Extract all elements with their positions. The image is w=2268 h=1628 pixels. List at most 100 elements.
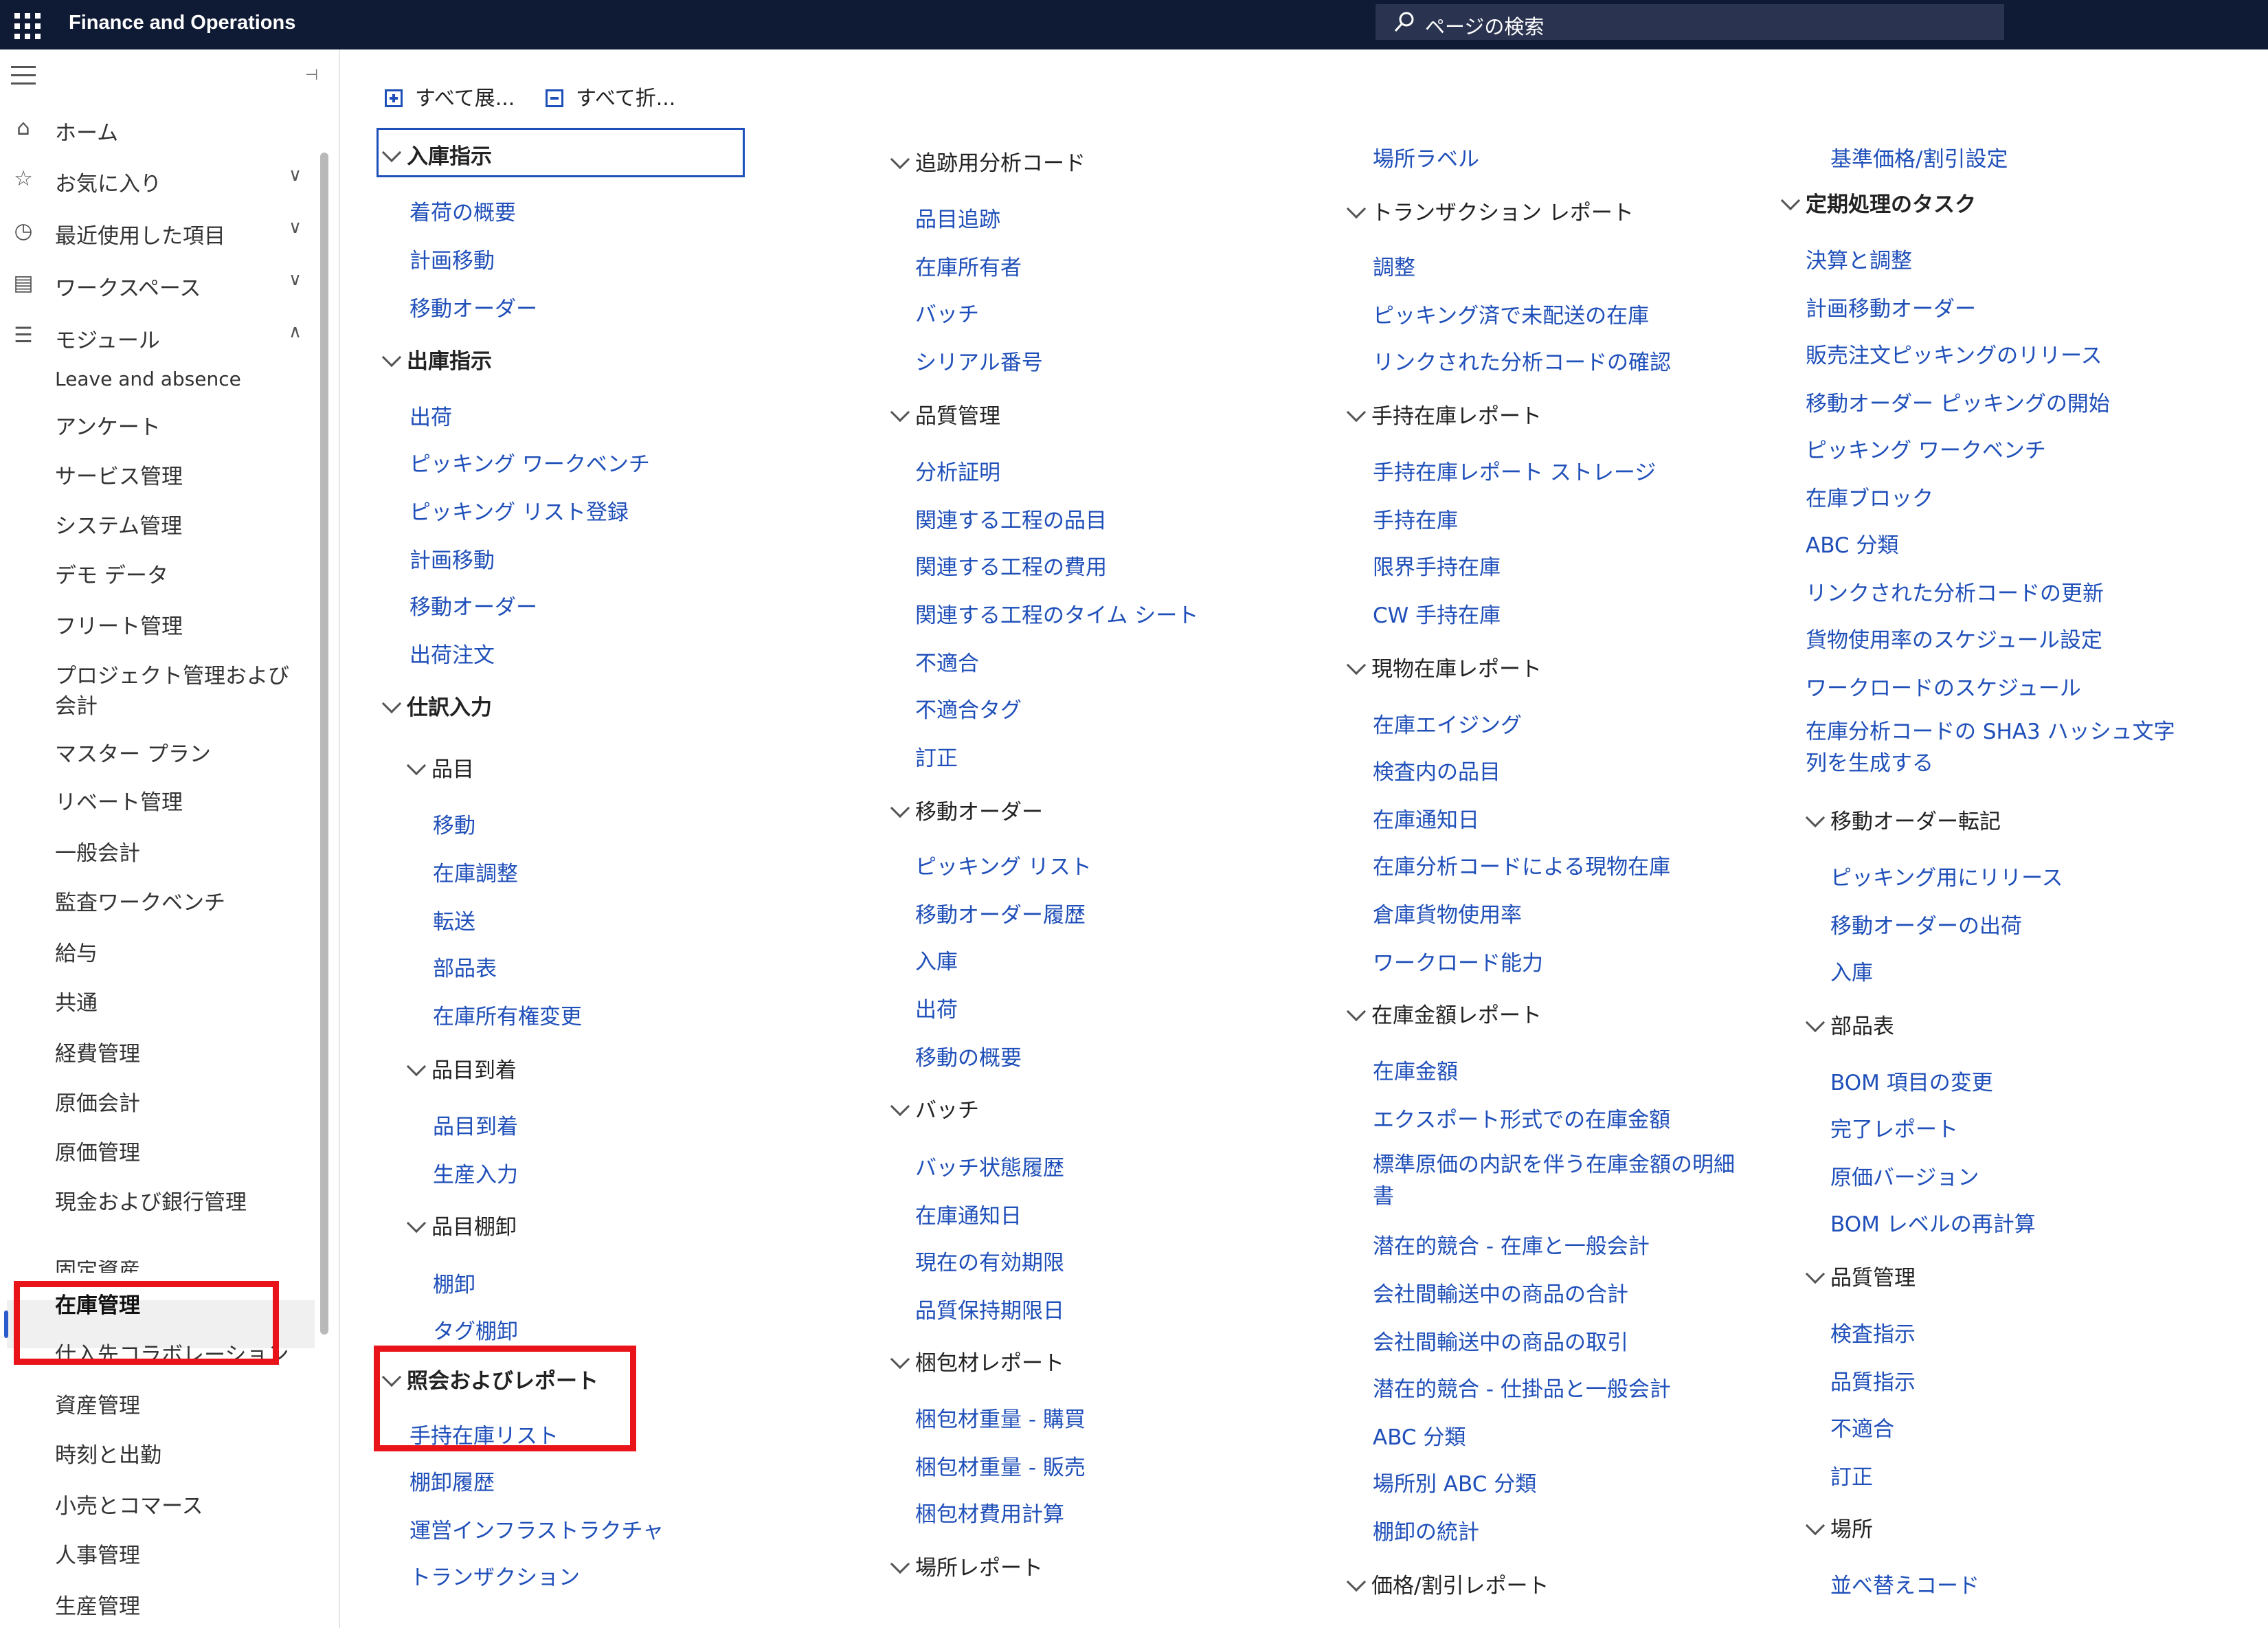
menu-link[interactable]: 品目到着 <box>433 1109 518 1140</box>
menu-link[interactable]: 着荷の概要 <box>409 195 516 226</box>
menu-link[interactable]: ワークロード能力 <box>1373 946 1543 977</box>
menu-link[interactable]: 移動オーダーの出荷 <box>1830 908 2022 939</box>
nav-scrollbar[interactable] <box>320 153 328 1335</box>
menu-link[interactable]: 潜在的競合 - 在庫と一般会計 <box>1373 1229 1650 1260</box>
menu-link[interactable]: CW 手持在庫 <box>1373 598 1501 629</box>
section-header[interactable]: バッチ <box>890 1093 979 1124</box>
subsection-header[interactable]: 移動オーダー転記 <box>1805 804 2001 835</box>
menu-link[interactable]: 倉庫貨物使用率 <box>1373 897 1522 928</box>
menu-link[interactable]: 移動の概要 <box>915 1040 1022 1071</box>
menu-link[interactable]: ピッキング済で未配送の在庫 <box>1373 298 1649 329</box>
subsection-header[interactable]: 部品表 <box>1805 1009 1894 1040</box>
menu-link[interactable]: 梱包材重量 - 販売 <box>915 1450 1086 1481</box>
menu-link[interactable]: 関連する工程の品目 <box>915 503 1107 534</box>
module-item[interactable]: アンケート <box>55 412 316 443</box>
menu-link[interactable]: 在庫所有者 <box>915 250 1022 281</box>
menu-link[interactable]: 計画移動 <box>409 543 495 574</box>
menu-link[interactable]: 梱包材重量 - 購買 <box>915 1402 1086 1433</box>
menu-link[interactable]: 出荷 <box>915 992 958 1023</box>
menu-link[interactable]: 手持在庫レポート ストレージ <box>1373 455 1656 486</box>
module-item[interactable]: フリート管理 <box>55 612 316 642</box>
search-box[interactable]: ページの検索 <box>1376 4 2004 40</box>
menu-link[interactable]: 分析証明 <box>915 455 1000 486</box>
subsection-header[interactable]: 品目棚卸 <box>406 1209 517 1240</box>
hamburger-menu-icon[interactable] <box>11 66 37 87</box>
menu-link[interactable]: BOM 項目の変更 <box>1830 1065 1993 1096</box>
section-header[interactable]: 仕訳入力 <box>381 690 492 721</box>
app-launcher-icon[interactable] <box>11 10 41 39</box>
module-item[interactable]: プロジェクト管理および会計 <box>55 661 302 722</box>
nav-modules[interactable]: ☰ モジュール ∧ <box>0 315 316 356</box>
menu-link[interactable]: 転送 <box>433 904 475 935</box>
menu-link[interactable]: 棚卸 <box>433 1267 475 1298</box>
menu-link[interactable]: ピッキング リスト登録 <box>409 495 629 526</box>
menu-link[interactable]: 完了レポート <box>1830 1112 1958 1143</box>
pin-icon[interactable]: ⊣ <box>305 67 318 84</box>
menu-link[interactable]: 計画移動オーダー <box>1806 291 1976 322</box>
section-header[interactable]: 梱包材レポート <box>890 1346 1064 1376</box>
module-item[interactable]: 給与 <box>55 939 316 969</box>
menu-link[interactable]: 潜在的競合 - 仕掛品と一般会計 <box>1373 1372 1671 1403</box>
nav-recent[interactable]: ◷ 最近使用した項目 ∨ <box>0 210 316 252</box>
module-item[interactable]: 原価会計 <box>55 1089 316 1119</box>
menu-link[interactable]: 現在の有効期限 <box>915 1245 1064 1276</box>
menu-link[interactable]: 場所ラベル <box>1373 142 1479 172</box>
menu-link[interactable]: 入庫 <box>915 944 958 975</box>
menu-link[interactable]: 関連する工程の費用 <box>915 550 1107 581</box>
module-item[interactable]: 生産管理 <box>55 1592 316 1628</box>
menu-link[interactable]: 訂正 <box>1830 1460 1873 1491</box>
menu-link[interactable]: 手持在庫 <box>1373 503 1458 534</box>
menu-link[interactable]: ピッキング ワークベンチ <box>409 447 650 478</box>
expand-all-button[interactable]: すべて展... <box>385 81 515 111</box>
menu-link[interactable]: 品目追跡 <box>915 202 1000 233</box>
section-header[interactable]: トランザクション レポート <box>1346 195 1634 226</box>
module-item[interactable]: 監査ワークベンチ <box>55 888 316 918</box>
menu-link[interactable]: 限界手持在庫 <box>1373 550 1501 581</box>
menu-link[interactable]: 在庫分析コードによる現物在庫 <box>1373 849 1670 880</box>
menu-link[interactable]: バッチ状態履歴 <box>915 1150 1064 1181</box>
menu-link[interactable]: 棚卸の統計 <box>1373 1515 1479 1546</box>
module-item[interactable]: 現金および銀行管理 <box>55 1187 316 1218</box>
menu-link[interactable]: 会社間輸送中の商品の取引 <box>1373 1325 1628 1356</box>
menu-link[interactable]: BOM レベルの再計算 <box>1830 1207 2036 1238</box>
menu-link[interactable]: 決算と調整 <box>1806 243 1912 274</box>
module-item[interactable]: サービス管理 <box>55 462 316 492</box>
menu-link[interactable]: ワークロードのスケジュール <box>1806 671 2081 702</box>
module-item[interactable]: 資産管理 <box>55 1391 316 1421</box>
menu-link[interactable]: バッチ <box>915 297 979 328</box>
section-header[interactable]: 追跡用分析コード <box>890 146 1086 177</box>
menu-link[interactable]: 検査指示 <box>1830 1317 1916 1348</box>
menu-link[interactable]: 移動オーダー ピッキングの開始 <box>1806 386 2110 417</box>
module-item[interactable]: Leave and absence <box>55 364 316 394</box>
menu-link[interactable]: 移動オーダー <box>409 590 537 621</box>
section-header[interactable]: 出庫指示 <box>381 344 492 375</box>
app-title[interactable]: Finance and Operations <box>69 12 295 34</box>
section-header[interactable]: 在庫金額レポート <box>1346 998 1542 1029</box>
section-header[interactable]: 入庫指示 <box>381 139 492 170</box>
section-header[interactable]: 品質管理 <box>890 399 1000 430</box>
menu-link[interactable]: 品質保持期限日 <box>915 1293 1064 1324</box>
menu-link[interactable]: 原価バージョン <box>1830 1160 1979 1191</box>
menu-link[interactable]: 在庫所有権変更 <box>433 999 582 1030</box>
menu-link[interactable]: ピッキング ワークベンチ <box>1806 433 2046 464</box>
module-item[interactable]: 共通 <box>55 988 316 1018</box>
nav-workspaces[interactable]: ▤ ワークスペース ∨ <box>0 263 316 304</box>
menu-link[interactable]: 計画移動 <box>409 243 495 274</box>
menu-link[interactable]: ピッキング リスト <box>915 849 1092 880</box>
module-item[interactable]: 時刻と出勤 <box>55 1440 316 1471</box>
menu-link[interactable]: 基準価格/割引設定 <box>1830 142 2008 172</box>
section-header[interactable]: 価格/割引レポート <box>1346 1568 1549 1599</box>
subsection-header[interactable]: 品目到着 <box>406 1053 517 1084</box>
menu-link[interactable]: トランザクション <box>409 1560 580 1591</box>
menu-link[interactable]: 部品表 <box>433 951 497 982</box>
menu-link[interactable]: 在庫分析コードの SHA3 ハッシュ文字列を生成する <box>1806 716 2190 779</box>
menu-link[interactable]: 貨物使用率のスケジュール設定 <box>1806 623 2102 654</box>
menu-link[interactable]: 販売注文ピッキングのリリース <box>1806 338 2102 369</box>
module-item[interactable]: 固定資産 <box>55 1260 316 1273</box>
menu-link[interactable]: 在庫エイジング <box>1373 708 1522 739</box>
section-header[interactable]: 現物在庫レポート <box>1346 651 1542 682</box>
menu-link[interactable]: 会社間輸送中の商品の合計 <box>1373 1277 1628 1308</box>
menu-link[interactable]: ABC 分類 <box>1806 528 1898 559</box>
menu-link[interactable]: 不適合 <box>1830 1412 1894 1442</box>
menu-link[interactable]: エクスポート形式での在庫金額 <box>1373 1102 1670 1133</box>
